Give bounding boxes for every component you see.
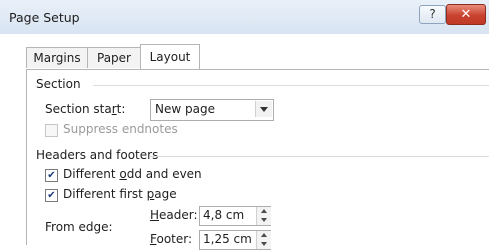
section-start-value: New page [155, 102, 215, 116]
suppress-endnotes-checkbox[interactable] [45, 124, 58, 137]
different-first-page-checkbox[interactable]: ✔ [45, 189, 58, 202]
section-start-label: Section start: [45, 102, 126, 116]
different-first-page-label: Different first page [63, 187, 177, 201]
footer-distance-label: Footer: [150, 232, 193, 246]
tab-content-border [26, 69, 489, 70]
chevron-down-icon[interactable] [255, 101, 272, 117]
tab-paper[interactable]: Paper [87, 47, 141, 68]
spin-down-icon[interactable] [256, 216, 271, 225]
header-distance-value: 4,8 cm [203, 208, 245, 222]
header-distance-label: Header: [150, 208, 198, 222]
check-icon: ✔ [47, 190, 56, 201]
tab-margins[interactable]: Margins [26, 47, 88, 68]
dialog-title: Page Setup [9, 10, 80, 25]
tab-layout[interactable]: Layout [140, 44, 200, 69]
tab-panel-border [26, 70, 27, 245]
headers-footers-group-title: Headers and footers [36, 148, 159, 162]
close-button[interactable]: ✕ [446, 4, 486, 25]
footer-distance-value: 1,25 cm [203, 232, 252, 246]
help-icon: ? [429, 7, 436, 21]
from-edge-label: From edge: [45, 220, 113, 234]
help-button[interactable]: ? [419, 5, 446, 24]
footer-distance-spinner[interactable]: 1,25 cm [199, 230, 271, 250]
check-icon: ✔ [47, 170, 56, 181]
section-group-title: Section [36, 77, 81, 91]
suppress-endnotes-label: Suppress endnotes [63, 122, 178, 136]
header-distance-spinner[interactable]: 4,8 cm [199, 206, 271, 226]
different-odd-even-checkbox[interactable]: ✔ [45, 169, 58, 182]
headers-footers-group-divider [150, 156, 489, 157]
dialog-titlebar: Page Setup ? ✕ [0, 0, 489, 34]
section-start-select[interactable]: New page [150, 99, 274, 121]
section-group-divider [93, 85, 489, 86]
different-odd-even-label: Different odd and even [63, 167, 202, 181]
close-icon: ✕ [460, 7, 472, 22]
